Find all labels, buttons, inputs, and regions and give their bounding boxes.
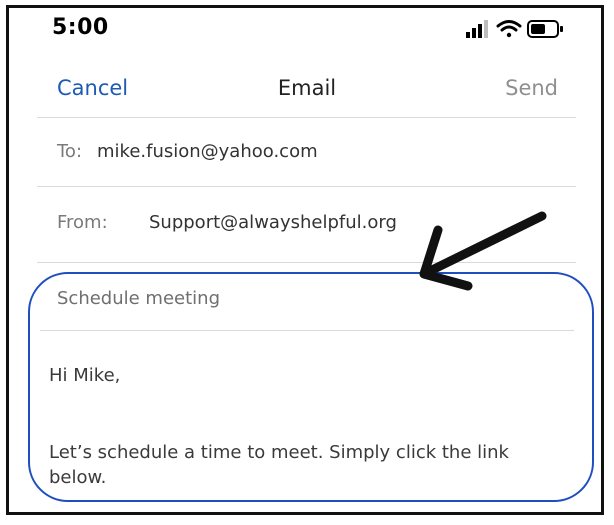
from-field[interactable]: Support@alwayshelpful.org	[149, 212, 397, 233]
to-field[interactable]: mike.fusion@yahoo.com	[97, 141, 318, 162]
battery-icon	[527, 20, 563, 38]
message-body-line[interactable]: Let’s schedule a time to meet. Simply cl…	[49, 441, 509, 465]
message-greeting[interactable]: Hi Mike,	[49, 364, 120, 388]
divider	[37, 186, 576, 187]
subject-field[interactable]: Schedule meeting	[57, 288, 220, 309]
status-icons	[466, 20, 563, 38]
wifi-icon	[496, 20, 522, 38]
status-time: 5:00	[52, 15, 109, 40]
send-button[interactable]: Send	[505, 76, 558, 100]
divider	[40, 330, 574, 331]
from-label: From:	[57, 212, 108, 233]
signal-icon	[466, 20, 488, 38]
arrow-annotation-icon	[419, 211, 547, 291]
to-label: To:	[57, 141, 83, 162]
divider	[37, 117, 576, 118]
message-body-line[interactable]: below.	[49, 466, 106, 490]
